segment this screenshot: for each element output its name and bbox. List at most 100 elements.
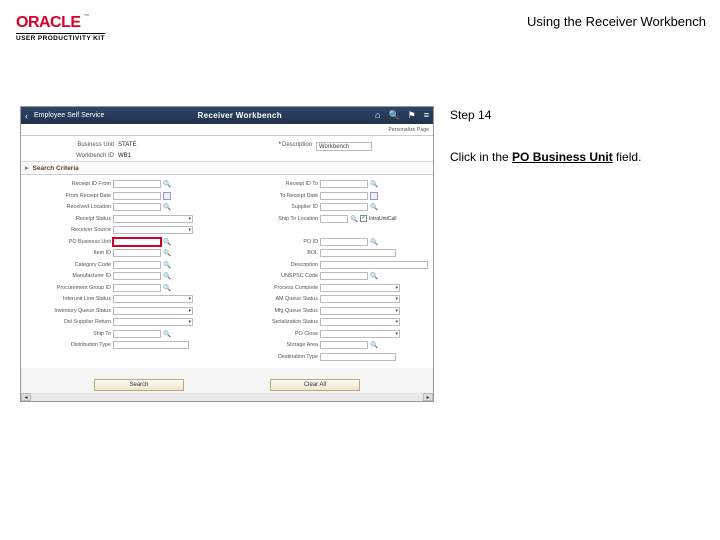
- personalize-link[interactable]: Personalize Page: [388, 127, 429, 133]
- mfg-queue-status-select[interactable]: [320, 307, 400, 315]
- app-screenshot: ‹ Employee Self Service Receiver Workben…: [20, 106, 434, 402]
- received-location-input[interactable]: [113, 203, 161, 211]
- process-complete-select[interactable]: [320, 284, 400, 292]
- procurement-group-id-label: Procurement Group ID: [23, 285, 111, 291]
- twisty-icon: ▸: [25, 164, 29, 172]
- item-id-lookup-icon[interactable]: 🔍: [163, 249, 171, 257]
- distribution-type-input[interactable]: [113, 341, 189, 349]
- manufacturer-id-lookup-icon[interactable]: 🔍: [163, 272, 171, 280]
- ph-left-1-lbl: Workbench ID: [29, 153, 114, 159]
- process-complete-label: Process Complete: [230, 285, 318, 291]
- row-ship-to-location: Ship To Location 🔍 IntraUnitCall: [230, 214, 431, 224]
- ph-left-0-lbl: Business Unit: [29, 142, 114, 151]
- row-inventory-queue-status: Inventory Queue Status: [23, 306, 224, 316]
- instruction-panel: Step 14 Click in the PO Business Unit fi…: [450, 106, 706, 166]
- search-criteria-title: Search Criteria: [33, 165, 79, 172]
- unspsc-code-lookup-icon[interactable]: 🔍: [370, 272, 378, 280]
- doc-header: ORACLE ™ USER PRODUCTIVITY KIT Using the…: [16, 14, 706, 42]
- trademark: ™: [84, 14, 90, 20]
- row-supplier-id: Supplier ID 🔍: [230, 202, 431, 212]
- category-code-lookup-icon[interactable]: 🔍: [163, 261, 171, 269]
- button-bar: Search Clear All: [21, 379, 433, 391]
- po-id-input[interactable]: [320, 238, 368, 246]
- distribution-type-label: Distribution Type: [23, 342, 111, 348]
- category-code-input[interactable]: [113, 261, 161, 269]
- to-receipt-date-calendar-icon[interactable]: [370, 192, 378, 200]
- scroll-left-icon[interactable]: ◂: [21, 393, 31, 401]
- brand-block: ORACLE ™ USER PRODUCTIVITY KIT: [16, 14, 105, 42]
- horiz-scrollbar[interactable]: ◂ ▸: [21, 393, 433, 401]
- back-chevron-icon[interactable]: ‹: [25, 111, 28, 121]
- brand-name: ORACLE: [16, 14, 81, 32]
- ship-to-input[interactable]: [113, 330, 161, 338]
- serialization-status-label: Serialization Status: [230, 319, 318, 325]
- supplier-id-lookup-icon[interactable]: 🔍: [370, 203, 378, 211]
- po-id-lookup-icon[interactable]: 🔍: [370, 238, 378, 246]
- search-icon[interactable]: 🔍: [388, 110, 399, 121]
- ph-left-0-val: STATE: [118, 142, 136, 151]
- description-input[interactable]: Workbench: [316, 142, 372, 151]
- receipt-id-to-lookup-icon[interactable]: 🔍: [370, 180, 378, 188]
- storage-area-lookup-icon[interactable]: 🔍: [370, 341, 378, 349]
- procurement-group-id-input[interactable]: [113, 284, 161, 292]
- storage-area-label: Storage Area: [230, 342, 318, 348]
- to-receipt-date-input[interactable]: [320, 192, 368, 200]
- po-business-unit-lookup-icon[interactable]: 🔍: [163, 238, 171, 246]
- ship-to-location-chk-label: IntraUnitCall: [369, 216, 397, 222]
- scroll-track[interactable]: [31, 393, 423, 401]
- destination-type-label: Destination Type: [230, 354, 318, 360]
- unspsc-code-input[interactable]: [320, 272, 368, 280]
- inventory-queue-status-select[interactable]: [113, 307, 193, 315]
- received-location-lookup-icon[interactable]: 🔍: [163, 203, 171, 211]
- am-queue-status-select[interactable]: [320, 295, 400, 303]
- from-receipt-date-input[interactable]: [113, 192, 161, 200]
- receiver-source-select[interactable]: [113, 226, 193, 234]
- po-business-unit-label: PO Business Unit: [23, 239, 111, 245]
- scroll-right-icon[interactable]: ▸: [423, 393, 433, 401]
- storage-area-input[interactable]: [320, 341, 368, 349]
- clear-button[interactable]: Clear All: [270, 379, 360, 391]
- app-titlebar: ‹ Employee Self Service Receiver Workben…: [21, 107, 433, 124]
- procurement-group-id-lookup-icon[interactable]: 🔍: [163, 284, 171, 292]
- item-id-input[interactable]: [113, 249, 161, 257]
- ship-to-location-checkbox[interactable]: [360, 215, 367, 222]
- menu-icon[interactable]: ≡: [424, 110, 429, 121]
- receipt-id-to-input[interactable]: [320, 180, 368, 188]
- row-interunit-line-status: Interunit Line Status: [23, 294, 224, 304]
- row-category-code: Category Code 🔍: [23, 260, 224, 270]
- row-po-business-unit: PO Business Unit 🔍: [23, 237, 224, 247]
- destination-type-input[interactable]: [320, 353, 396, 361]
- bol-input[interactable]: [320, 249, 396, 257]
- ship-to-label: Ship To: [23, 331, 111, 337]
- ship-to-location-input[interactable]: [320, 215, 348, 223]
- from-receipt-date-calendar-icon[interactable]: [163, 192, 171, 200]
- supplier-id-input[interactable]: [320, 203, 368, 211]
- clear-button-label: Clear All: [304, 382, 326, 388]
- subbrand-label: USER PRODUCTIVITY KIT: [16, 33, 105, 42]
- home-icon[interactable]: ⌂: [375, 110, 380, 121]
- manufacturer-id-input[interactable]: [113, 272, 161, 280]
- del-supplier-return-select[interactable]: [113, 318, 193, 326]
- search-criteria-header[interactable]: ▸ Search Criteria: [21, 162, 433, 175]
- row-description: Description: [230, 260, 431, 270]
- search-button[interactable]: Search: [94, 379, 184, 391]
- row-po-id: PO ID 🔍: [230, 237, 431, 247]
- po-close-select[interactable]: [320, 330, 400, 338]
- receipt-id-from-input[interactable]: [113, 180, 161, 188]
- ship-to-lookup-icon[interactable]: 🔍: [163, 330, 171, 338]
- unspsc-code-label: UNSPSC Code: [230, 273, 318, 279]
- po-business-unit-input[interactable]: [113, 238, 161, 246]
- serialization-status-select[interactable]: [320, 318, 400, 326]
- row-process-complete: Process Complete: [230, 283, 431, 293]
- received-location-label: Received Location: [23, 204, 111, 210]
- row-storage-area: Storage Area 🔍: [230, 340, 431, 350]
- flag-icon[interactable]: ⚑: [408, 110, 416, 121]
- ship-to-location-lookup-icon[interactable]: 🔍: [350, 215, 358, 223]
- row-procurement-group-id: Procurement Group ID 🔍: [23, 283, 224, 293]
- back-label[interactable]: Employee Self Service: [34, 112, 104, 119]
- receipt-status-select[interactable]: [113, 215, 193, 223]
- receipt-id-from-lookup-icon[interactable]: 🔍: [163, 180, 171, 188]
- instr-suffix: field.: [613, 150, 642, 164]
- description-input[interactable]: [320, 261, 428, 269]
- interunit-line-status-select[interactable]: [113, 295, 193, 303]
